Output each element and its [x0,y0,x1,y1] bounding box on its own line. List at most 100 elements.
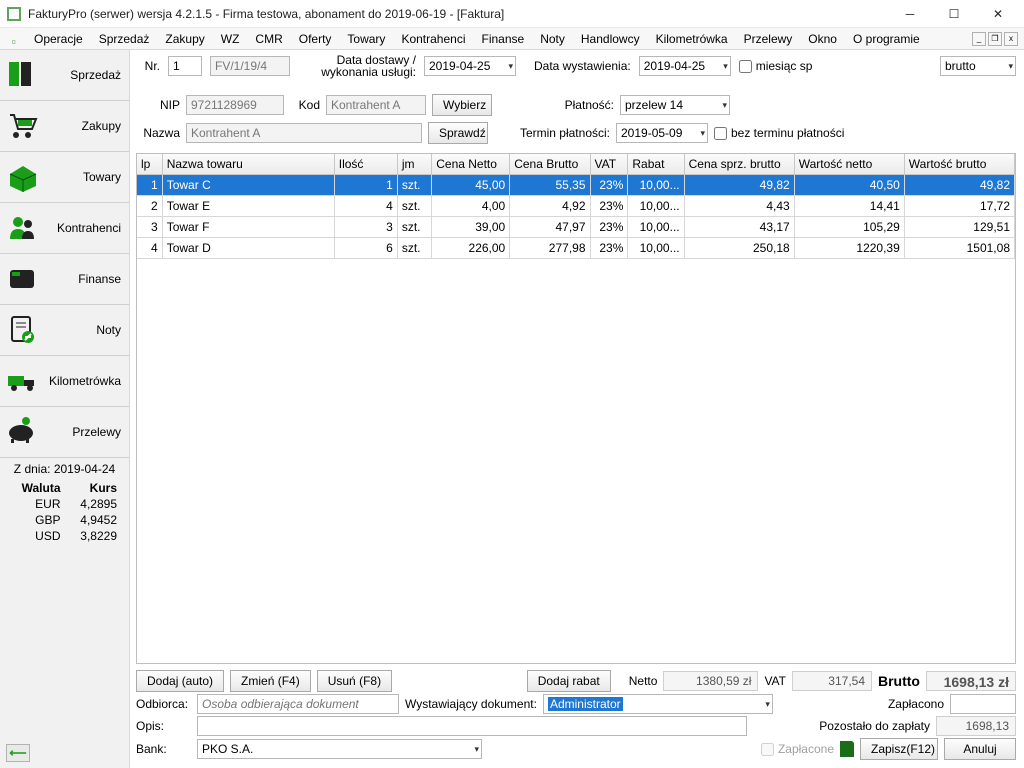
menu-handlowcy[interactable]: Handlowcy [575,30,646,48]
col-header[interactable]: VAT [590,154,628,175]
app-icon [6,6,22,22]
kod-field[interactable] [326,95,426,115]
nip-field[interactable] [186,95,284,115]
menu-noty[interactable]: Noty [534,30,571,48]
col-header[interactable]: Cena Brutto [510,154,590,175]
data-dostawy-picker[interactable]: 2019-04-25▾ [424,56,516,76]
table-row[interactable]: 3Towar F3szt.39,0047,9723%10,00...43,171… [137,217,1015,238]
col-header[interactable]: lp [137,154,162,175]
zmien-button[interactable]: Zmień (F4) [230,670,311,692]
data-wystawienia-picker[interactable]: 2019-04-25▾ [639,56,731,76]
nr-field[interactable] [168,56,202,76]
zaplacono-field[interactable] [950,694,1016,714]
usun-button[interactable]: Usuń (F8) [317,670,392,692]
sidebar-item-sprzedaz[interactable]: Sprzedaż [0,50,129,101]
sidebar-item-przelewy[interactable]: Przelewy [0,407,129,458]
menu-zakupy[interactable]: Zakupy [159,30,210,48]
table-row[interactable]: 4Towar D6szt.226,00277,9823%10,00...250,… [137,238,1015,259]
menu-przelewy[interactable]: Przelewy [738,30,799,48]
menu-sprzedaz[interactable]: Sprzedaż [93,30,156,48]
nip-label: NIP [136,98,180,112]
table-row[interactable]: 2Towar E4szt.4,004,9223%10,00...4,4314,4… [137,196,1015,217]
menu-cmr[interactable]: CMR [249,30,288,48]
zaplacono-label: Zapłacono [888,697,944,711]
sidebar-item-kontrahenci[interactable]: Kontrahenci [0,203,129,254]
close-button[interactable]: ✕ [976,1,1020,27]
data-dostawy-label: Data dostawy / wykonania usługi: [298,54,416,78]
odbiorca-field[interactable] [197,694,399,714]
maximize-button[interactable]: ☐ [932,1,976,27]
piggy-icon [6,415,40,449]
ref-field [210,56,290,76]
bank-label: Bank: [136,742,191,756]
box-icon [6,160,40,194]
items-table[interactable]: lpNazwa towaruIlośćjmCena NettoCena Brut… [136,153,1016,664]
menu-oferty[interactable]: Oferty [293,30,338,48]
truck-icon [6,364,40,398]
platnosc-label: Płatność: [552,98,614,112]
menu-okno[interactable]: Okno [802,30,843,48]
mdi-minimize-icon[interactable]: _ [972,32,986,46]
sprawdz-button[interactable]: Sprawdź [428,122,488,144]
minimize-button[interactable]: ─ [888,1,932,27]
col-header[interactable]: jm [397,154,431,175]
window-title: FakturyPro (serwer) wersja 4.2.1.5 - Fir… [28,7,888,21]
save-icon [840,741,854,757]
clipboard-icon [6,313,40,347]
pozostalo-label: Pozostało do zapłaty [819,719,930,733]
invoice-icon [6,58,40,92]
wybierz-button[interactable]: Wybierz [432,94,492,116]
termin-label: Termin płatności: [516,126,610,140]
mdi-close-icon[interactable]: x [1004,32,1018,46]
col-header[interactable]: Ilość [334,154,397,175]
col-header[interactable]: Rabat [628,154,684,175]
platnosc-select[interactable]: przelew 14▾ [620,95,730,115]
opis-field[interactable] [197,716,747,736]
sidebar-item-zakupy[interactable]: Zakupy [0,101,129,152]
back-button[interactable]: ⟵ [0,738,129,768]
mdi-restore-icon[interactable]: ❐ [988,32,1002,46]
wystawiajacy-select[interactable]: Administrator▾ [543,694,773,714]
menu-bar: Operacje Sprzedaż Zakupy WZ CMR Oferty T… [0,28,1024,50]
menu-oprogramie[interactable]: O programie [847,30,926,48]
users-icon [6,211,40,245]
brutto-select[interactable]: brutto▾ [940,56,1016,76]
menu-operacje[interactable]: Operacje [28,30,89,48]
nazwa-field[interactable] [186,123,422,143]
title-bar: FakturyPro (serwer) wersja 4.2.1.5 - Fir… [0,0,1024,28]
nazwa-label: Nazwa [136,126,180,140]
termin-picker[interactable]: 2019-05-09▾ [616,123,708,143]
register-icon [6,262,40,296]
dodaj-rabat-button[interactable]: Dodaj rabat [527,670,611,692]
menu-finanse[interactable]: Finanse [475,30,530,48]
dodaj-auto-button[interactable]: Dodaj (auto) [136,670,224,692]
odbiorca-label: Odbiorca: [136,697,191,711]
col-header[interactable]: Wartość brutto [904,154,1014,175]
menu-towary[interactable]: Towary [341,30,391,48]
col-header[interactable]: Cena Netto [432,154,510,175]
nr-label: Nr. [136,59,160,73]
col-header[interactable]: Nazwa towaru [162,154,334,175]
sidebar-item-kilometrowka[interactable]: Kilometrówka [0,356,129,407]
sidebar-item-finanse[interactable]: Finanse [0,254,129,305]
currency-rates: WalutaKurs EUR4,2895 GBP4,9452 USD3,8229 [0,478,129,546]
miesiac-sp-checkbox[interactable]: miesiąc sp [739,59,813,73]
menu-wz[interactable]: WZ [215,30,246,48]
col-header[interactable]: Wartość netto [794,154,904,175]
kod-label: Kod [290,98,320,112]
bank-select[interactable]: PKO S.A.▾ [197,739,482,759]
data-wystawienia-label: Data wystawienia: [534,59,631,73]
zapisz-button[interactable]: Zapisz(F12) [860,738,938,760]
menu-kilometrowka[interactable]: Kilometrówka [650,30,734,48]
sidebar: Sprzedaż Zakupy Towary Kontrahenci Finan… [0,50,130,768]
menu-icon [6,31,22,47]
table-row[interactable]: 1Towar C1szt.45,0055,3523%10,00...49,824… [137,175,1015,196]
col-header[interactable]: Cena sprz. brutto [684,154,794,175]
sidebar-item-towary[interactable]: Towary [0,152,129,203]
menu-kontrahenci[interactable]: Kontrahenci [395,30,471,48]
bez-terminu-checkbox[interactable]: bez terminu płatności [714,126,844,140]
brutto-label: Brutto [878,673,920,689]
anuluj-button[interactable]: Anuluj [944,738,1016,760]
sidebar-item-noty[interactable]: Noty [0,305,129,356]
netto-value: 1380,59 zł [663,671,758,691]
